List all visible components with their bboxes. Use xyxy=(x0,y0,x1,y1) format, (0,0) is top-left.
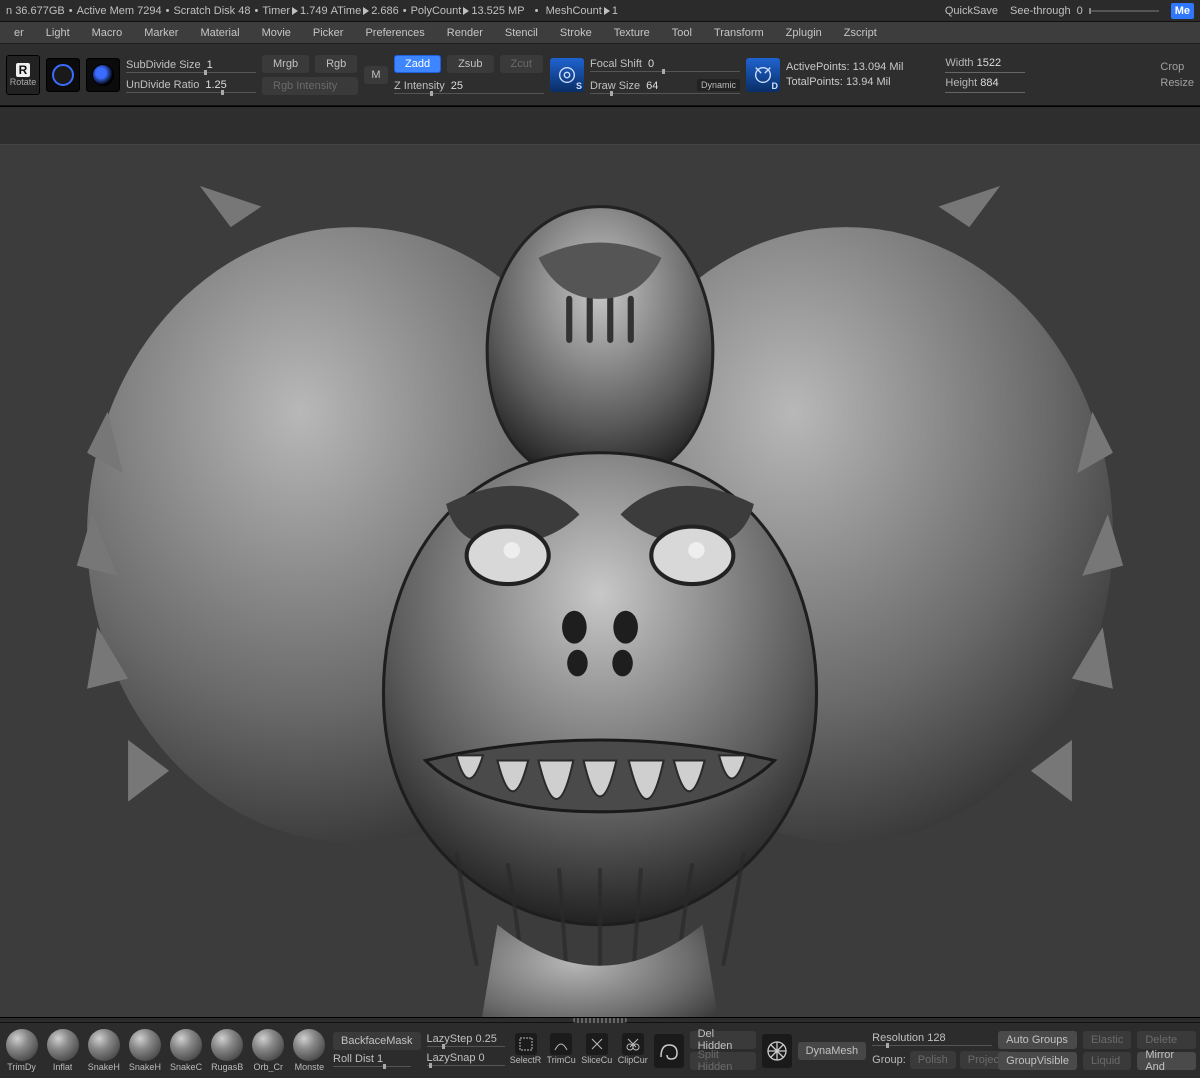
dynamesh-button[interactable]: DynaMesh xyxy=(798,1042,867,1060)
me-button[interactable]: Me xyxy=(1171,3,1194,19)
brush-orbcr[interactable]: Orb_Cr xyxy=(251,1029,286,1072)
group-label: Group: xyxy=(872,1054,906,1066)
brush-inflat[interactable]: Inflat xyxy=(45,1029,80,1072)
menu-marker[interactable]: Marker xyxy=(134,24,188,42)
z-intensity-slider[interactable]: Z Intensity25 xyxy=(394,77,544,95)
zadd-button[interactable]: Zadd xyxy=(394,55,441,73)
width-field[interactable]: Width 1522 xyxy=(945,57,1025,73)
elastic-button[interactable]: Elastic xyxy=(1083,1031,1131,1049)
see-through-slider[interactable]: See-through 0 xyxy=(1010,5,1159,17)
lazysnap-slider[interactable]: LazySnap 0 xyxy=(427,1052,505,1068)
sculpt-canvas[interactable] xyxy=(0,145,1200,1017)
menu-movie[interactable]: Movie xyxy=(252,24,301,42)
liquid-button[interactable]: Liquid xyxy=(1083,1052,1131,1070)
delete-button[interactable]: Delete xyxy=(1137,1031,1196,1049)
menu-macro[interactable]: Macro xyxy=(82,24,133,42)
brush-rugasb[interactable]: RugasB xyxy=(210,1029,245,1072)
polish-button[interactable]: Polish xyxy=(910,1051,956,1069)
polycount: PolyCount13.525 MP xyxy=(411,5,525,17)
menu-render[interactable]: Render xyxy=(437,24,493,42)
menu-preferences[interactable]: Preferences xyxy=(355,24,434,42)
bottom-bar: TrimDy Inflat SnakeH SnakeH SnakeC Rugas… xyxy=(0,1022,1200,1078)
mirror-button[interactable]: Mirror And xyxy=(1137,1052,1196,1070)
menu-material[interactable]: Material xyxy=(190,24,249,42)
auto-groups-button[interactable]: Auto Groups xyxy=(998,1031,1077,1049)
mem-label: n 36.677GB xyxy=(6,5,65,17)
curve-swirl-icon[interactable] xyxy=(654,1034,684,1068)
menu-zscript[interactable]: Zscript xyxy=(834,24,887,42)
brush-snakeh1[interactable]: SnakeH xyxy=(86,1029,121,1072)
group-visible-button[interactable]: GroupVisible xyxy=(998,1052,1077,1070)
menu-picker[interactable]: Picker xyxy=(303,24,354,42)
dynamic-label[interactable]: Dynamic xyxy=(697,79,740,91)
sculpt-preview-icon xyxy=(0,145,1200,1017)
dot-icon: • xyxy=(254,5,258,17)
see-through-value: 0 xyxy=(1077,5,1083,17)
brush-trimdy[interactable]: TrimDy xyxy=(4,1029,39,1072)
see-through-label: See-through xyxy=(1010,5,1071,17)
zcut-button[interactable]: Zcut xyxy=(500,55,543,73)
m-button[interactable]: M xyxy=(364,66,388,84)
timer: Timer1.749 xyxy=(262,5,327,17)
menu-zplugin[interactable]: Zplugin xyxy=(776,24,832,42)
zsub-button[interactable]: Zsub xyxy=(447,55,493,73)
menu-transform[interactable]: Transform xyxy=(704,24,774,42)
trimcurve-icon[interactable]: TrimCu xyxy=(547,1033,576,1069)
slicecurve-icon[interactable]: SliceCu xyxy=(582,1033,612,1069)
dot-icon: • xyxy=(166,5,170,17)
active-mem: Active Mem 7294 xyxy=(77,5,162,17)
brush-snakec[interactable]: SnakeC xyxy=(169,1029,204,1072)
atime: ATime2.686 xyxy=(328,5,399,17)
dynamesh-draw-button[interactable]: D xyxy=(746,58,780,92)
resize-button[interactable]: Resize xyxy=(1160,77,1194,89)
menu-bar: er Light Macro Marker Material Movie Pic… xyxy=(0,22,1200,44)
subdivide-size-slider[interactable]: SubDivide Size1 xyxy=(126,56,256,74)
dot-icon: • xyxy=(403,5,407,17)
roll-dist-slider[interactable]: Roll Dist 1 xyxy=(333,1053,411,1069)
menu-stencil[interactable]: Stencil xyxy=(495,24,548,42)
rgb-intensity[interactable]: Rgb Intensity xyxy=(262,77,358,95)
menu-er[interactable]: er xyxy=(4,24,34,42)
clipcurve-icon[interactable]: ClipCur xyxy=(618,1033,648,1069)
undivide-ratio-slider[interactable]: UnDivide Ratio1.25 xyxy=(126,76,256,94)
meshcount: • MeshCount1 xyxy=(525,5,618,17)
dynamesh-icon[interactable] xyxy=(762,1034,792,1068)
dot-icon: • xyxy=(69,5,73,17)
status-bar: n 36.677GB • Active Mem 7294 • Scratch D… xyxy=(0,0,1200,22)
del-hidden-button[interactable]: Del Hidden xyxy=(690,1031,756,1049)
height-field[interactable]: Height 884 xyxy=(945,77,1025,93)
mrgb-button[interactable]: Mrgb xyxy=(262,55,309,73)
menu-tool[interactable]: Tool xyxy=(662,24,702,42)
draw-size-slider[interactable]: Draw Size64 Dynamic xyxy=(590,77,740,95)
tool-row: RRotate SubDivide Size1 UnDivide Ratio1.… xyxy=(0,44,1200,106)
split-hidden-button[interactable]: Split Hidden xyxy=(690,1052,756,1070)
scratch-disk: Scratch Disk 48 xyxy=(173,5,250,17)
lazystep-slider[interactable]: LazyStep 0.25 xyxy=(427,1033,505,1049)
focal-shift-slider[interactable]: Focal Shift0 xyxy=(590,55,740,73)
menu-stroke[interactable]: Stroke xyxy=(550,24,602,42)
viewport[interactable] xyxy=(0,106,1200,1018)
rotate-button[interactable]: RRotate xyxy=(6,55,40,95)
resolution-slider[interactable]: Resolution 128 xyxy=(872,1032,992,1048)
points-info: ActivePoints: 13.094 Mil TotalPoints: 13… xyxy=(786,61,903,88)
menu-light[interactable]: Light xyxy=(36,24,80,42)
backface-mask-button[interactable]: BackfaceMask xyxy=(333,1032,421,1050)
edit-fill-button[interactable] xyxy=(86,58,120,92)
brush-monste[interactable]: Monste xyxy=(292,1029,327,1072)
edit-ring-button[interactable] xyxy=(46,58,80,92)
brush-snakeh2[interactable]: SnakeH xyxy=(127,1029,162,1072)
quicksave-button[interactable]: QuickSave xyxy=(945,5,998,17)
menu-texture[interactable]: Texture xyxy=(604,24,660,42)
crop-button[interactable]: Crop xyxy=(1160,61,1194,73)
rgb-button[interactable]: Rgb xyxy=(315,55,357,73)
selectrect-icon[interactable]: SelectR xyxy=(511,1033,541,1069)
lazy-mouse-button[interactable]: S xyxy=(550,58,584,92)
